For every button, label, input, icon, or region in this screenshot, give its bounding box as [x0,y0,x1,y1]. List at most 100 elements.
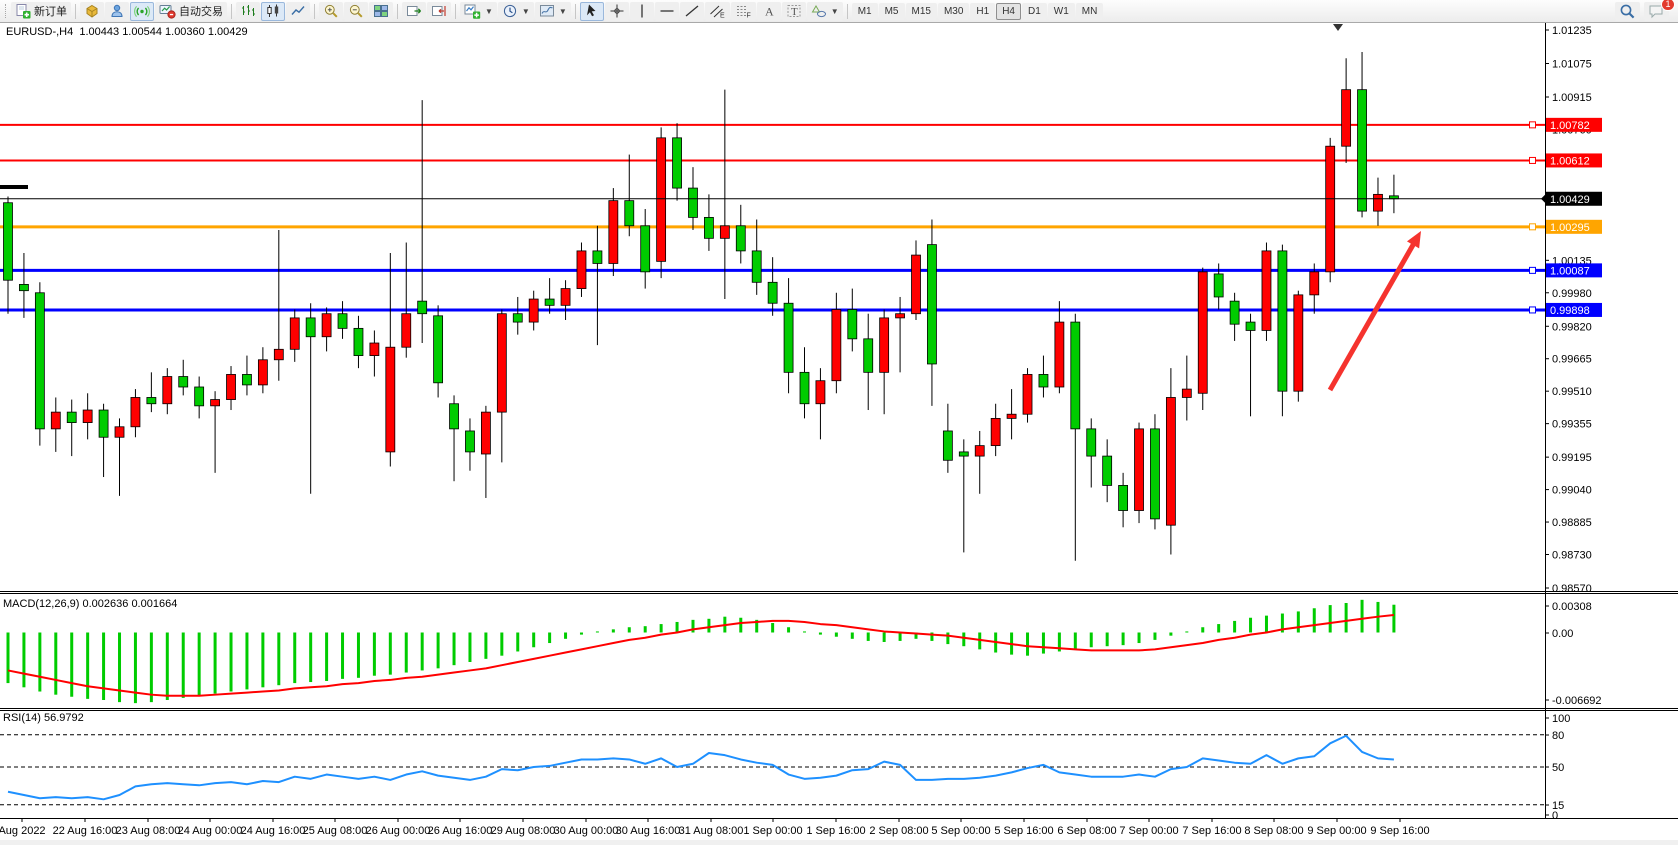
time-label: 25 Aug 08:00 [303,825,368,837]
candle [513,314,522,322]
price-badge-label: 0.99898 [1550,305,1590,317]
chart-shift-button[interactable] [427,2,451,21]
timeframe-d1-button[interactable]: D1 [1022,3,1047,20]
candle [386,347,395,452]
line-handle[interactable] [1530,224,1536,230]
candle [402,314,411,348]
toolbar-separator [314,4,315,19]
candle [593,251,602,264]
macd-signal-value: 0.001664 [131,598,177,610]
candle [959,452,968,456]
candle [1310,272,1319,295]
indicators-icon [464,3,481,19]
auto-scroll-button[interactable] [402,2,426,21]
timeframe-w1-button[interactable]: W1 [1048,3,1075,20]
candle [880,318,889,372]
candle [864,339,873,373]
time-label: 31 Aug 08:00 [679,825,744,837]
timeframe-m30-button[interactable]: M30 [938,3,969,20]
rsi-name: RSI(14) [3,712,41,724]
line-handle[interactable] [1530,157,1536,163]
time-label: 6 Sep 08:00 [1057,825,1116,837]
tile-windows-button[interactable] [369,2,393,21]
fibonacci-icon: F [735,3,752,19]
candle [242,374,251,384]
price-tick-label: 0.99355 [1552,419,1592,431]
candle [115,427,124,437]
clock-icon [502,3,518,19]
timeframe-m5-button[interactable]: M5 [879,3,905,20]
candle [1278,251,1287,391]
shapes-tool-button[interactable]: ▼ [807,2,843,21]
community-button[interactable] [105,2,129,21]
new-order-button[interactable]: 新订单 [11,2,71,21]
channel-tool-button[interactable]: E [705,2,730,21]
text-label-icon: T [786,3,802,19]
chart-canvas[interactable]: 1.012351.010751.009151.007601.004451.001… [0,22,1678,845]
cursor-tool-button[interactable] [580,2,604,21]
search-button[interactable] [1615,2,1640,21]
candle [545,299,554,305]
candle [481,412,490,454]
label-tool-button[interactable]: T [782,2,806,21]
bar-chart-button[interactable] [236,2,260,21]
candle [752,251,761,282]
chevron-down-icon: ▼ [485,7,493,16]
svg-text:F: F [746,13,750,20]
price-tick-label: 1.01235 [1552,25,1592,37]
chevron-down-icon: ▼ [522,7,530,16]
toolbar-separator [847,4,848,19]
zoom-out-button[interactable] [344,2,368,21]
timeframe-mn-button[interactable]: MN [1076,3,1104,20]
notifications-button[interactable]: 1 [1644,2,1669,21]
time-label: 7 Sep 00:00 [1119,825,1178,837]
timeframe-m15-button[interactable]: M15 [906,3,937,20]
text-tool-button[interactable]: A [757,2,781,21]
price-tick-label: 0.99980 [1552,288,1592,300]
line-chart-button[interactable] [286,2,310,21]
timeframe-h1-button[interactable]: H1 [970,3,995,20]
market-watch-button[interactable] [80,2,104,21]
shapes-icon [811,3,827,19]
open-value: 1.00443 [79,26,119,38]
candlestick-chart-button[interactable] [261,2,285,21]
line-handle[interactable] [1530,122,1536,128]
macd-tick-label: 0.00308 [1552,601,1592,613]
time-label: 1 Sep 16:00 [806,825,865,837]
toolbar-separator [455,4,456,19]
candle [673,138,682,188]
price-tick-label: 1.00915 [1552,92,1592,104]
crosshair-tool-button[interactable] [605,2,629,21]
fibonacci-tool-button[interactable]: F [731,2,756,21]
rsi-tick-label: 100 [1552,713,1570,725]
price-tick-label: 0.99820 [1552,321,1592,333]
candle [1342,90,1351,147]
rsi-tick-label: 0 [1552,810,1558,822]
svg-text:E: E [720,13,725,20]
new-order-label: 新订单 [34,3,67,19]
candle [51,412,60,429]
indicators-button[interactable]: ▼ [460,2,497,21]
candle [625,201,634,226]
rsi-header: RSI(14) 56.9792 [3,712,84,724]
candle [768,282,777,303]
signals-button[interactable] [130,2,154,21]
horizontal-line-tool-button[interactable] [655,2,679,21]
svg-text:A: A [765,5,774,19]
timeframe-h4-button[interactable]: H4 [996,3,1021,20]
timeframe-m1-button[interactable]: M1 [852,3,878,20]
price-badge-label: 1.00612 [1550,155,1590,167]
line-handle[interactable] [1530,307,1536,313]
time-label: 26 Aug 16:00 [428,825,493,837]
price-tick-label: 0.98730 [1552,549,1592,561]
vertical-line-tool-button[interactable] [630,2,654,21]
autotrading-button[interactable]: 自动交易 [155,2,227,21]
candle [1150,429,1159,519]
line-handle[interactable] [1530,267,1536,273]
left-line-segment[interactable] [0,185,28,189]
periods-button[interactable]: ▼ [498,2,534,21]
candle [1039,374,1048,387]
trendline-tool-button[interactable] [680,2,704,21]
zoom-in-button[interactable] [319,2,343,21]
templates-button[interactable]: ▼ [535,2,571,21]
